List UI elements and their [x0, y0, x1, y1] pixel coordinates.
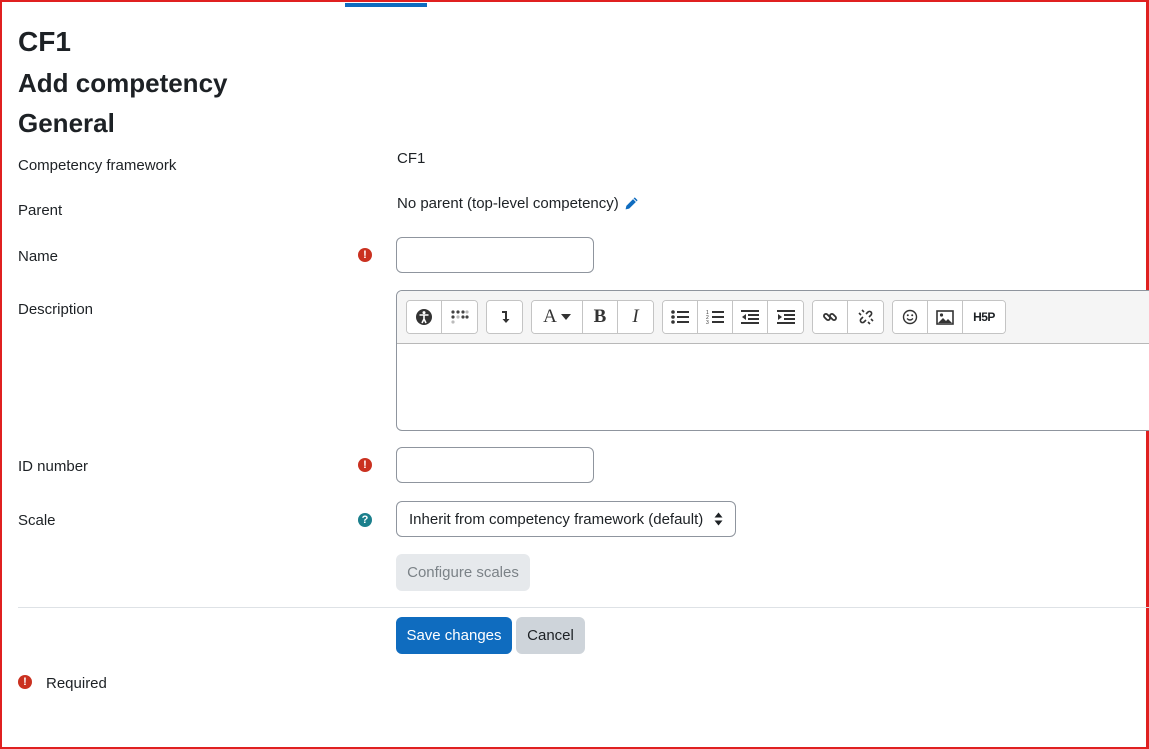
- required-icon: !: [358, 458, 372, 472]
- outdent-icon[interactable]: [733, 301, 768, 333]
- toolbar-group-links: [812, 300, 884, 334]
- pencil-icon[interactable]: [624, 196, 639, 211]
- description-label: Description: [18, 301, 94, 318]
- framework-label: Competency framework: [18, 157, 177, 174]
- toolbar-group-media: H5P: [892, 300, 1006, 334]
- required-legend-icon: !: [18, 675, 32, 689]
- indent-icon[interactable]: [768, 301, 803, 333]
- idnumber-input[interactable]: [396, 447, 594, 483]
- required-icon: !: [358, 248, 372, 262]
- svg-text:3: 3: [706, 320, 709, 325]
- font-style-icon[interactable]: A: [532, 301, 583, 333]
- link-icon[interactable]: [813, 301, 848, 333]
- name-input[interactable]: [396, 237, 594, 273]
- cancel-button[interactable]: Cancel: [516, 617, 585, 654]
- bold-glyph: B: [593, 306, 607, 327]
- toolbar-group-format: A B I: [531, 300, 654, 334]
- framework-value: CF1: [397, 150, 426, 167]
- select-arrows-icon: [714, 511, 723, 531]
- unlink-icon[interactable]: [848, 301, 883, 333]
- ordered-list-icon[interactable]: 123: [698, 301, 733, 333]
- toolbar-group-more: [486, 300, 523, 334]
- scale-selected-value: Inherit from competency framework (defau…: [409, 510, 704, 528]
- accessibility-checker-icon[interactable]: [407, 301, 442, 333]
- emoji-icon[interactable]: [893, 301, 928, 333]
- font-glyph: A: [543, 306, 557, 327]
- help-icon[interactable]: ?: [358, 513, 372, 527]
- name-label: Name: [18, 248, 59, 265]
- h5p-glyph: H5P: [973, 310, 995, 324]
- parent-label: Parent: [18, 202, 63, 219]
- required-legend-label: Required: [46, 675, 107, 692]
- editor-toolbar: A B I 123 H5P: [397, 291, 1149, 344]
- h5p-icon[interactable]: H5P: [963, 301, 1005, 333]
- scale-select[interactable]: Inherit from competency framework (defau…: [396, 501, 736, 537]
- section-heading-general: General: [18, 108, 115, 138]
- page-subtitle: Add competency: [18, 68, 228, 98]
- description-textarea[interactable]: [397, 344, 1149, 430]
- idnumber-label: ID number: [18, 458, 89, 475]
- save-changes-button[interactable]: Save changes: [396, 617, 512, 654]
- parent-value: No parent (top-level competency): [397, 195, 619, 212]
- toolbar-group-lists: 123: [662, 300, 804, 334]
- active-tab-indicator: [345, 3, 427, 7]
- bold-icon[interactable]: B: [583, 301, 618, 333]
- screenreader-helper-icon[interactable]: [442, 301, 477, 333]
- italic-icon[interactable]: I: [618, 301, 653, 333]
- parent-value-row: No parent (top-level competency): [397, 195, 639, 212]
- scale-label: Scale: [18, 512, 56, 529]
- form-divider: [18, 607, 1149, 608]
- toolbar-group-accessibility: [406, 300, 478, 334]
- page-title: CF1: [18, 26, 71, 57]
- unordered-list-icon[interactable]: [663, 301, 698, 333]
- description-editor: A B I 123 H5P: [396, 290, 1149, 431]
- image-icon[interactable]: [928, 301, 963, 333]
- italic-glyph: I: [632, 306, 639, 327]
- configure-scales-button[interactable]: Configure scales: [396, 554, 530, 591]
- show-more-icon[interactable]: [487, 301, 522, 333]
